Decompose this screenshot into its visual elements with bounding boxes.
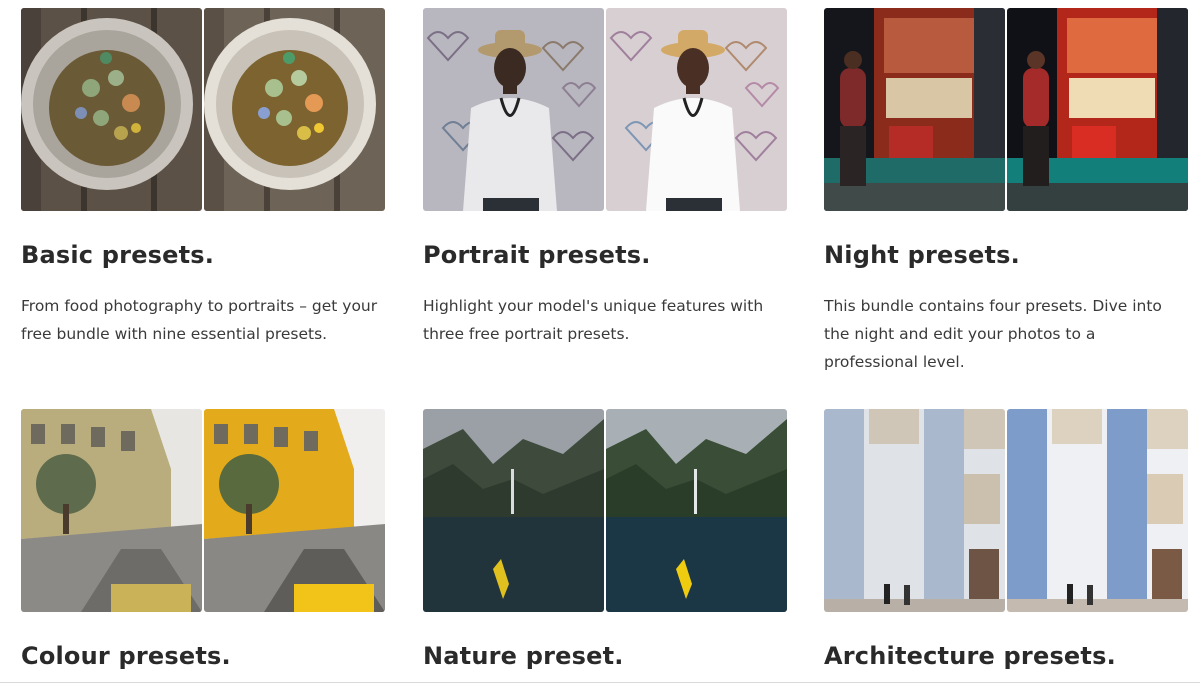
before-image[interactable]	[423, 8, 604, 211]
preset-title[interactable]: Basic presets.	[21, 241, 214, 269]
preset-title[interactable]: Nature preset.	[423, 642, 624, 670]
preset-card-portrait[interactable]: Portrait presets. Highlight your model's…	[423, 8, 787, 343]
before-after-images[interactable]	[21, 8, 385, 211]
preset-title[interactable]: Architecture presets.	[824, 642, 1116, 670]
after-image[interactable]	[606, 409, 787, 612]
before-after-images[interactable]	[423, 409, 787, 612]
before-after-images[interactable]	[423, 8, 787, 211]
before-image[interactable]	[824, 8, 1005, 211]
before-after-images[interactable]	[824, 409, 1188, 612]
preset-card-nature[interactable]: Nature preset.	[423, 409, 787, 670]
after-image[interactable]	[204, 409, 385, 612]
before-after-images[interactable]	[824, 8, 1188, 211]
preset-description: This bundle contains four presets. Dive …	[824, 297, 1162, 371]
after-image[interactable]	[1007, 8, 1188, 211]
before-image[interactable]	[21, 8, 202, 211]
after-image[interactable]	[606, 8, 787, 211]
before-after-images[interactable]	[21, 409, 385, 612]
preset-card-basic[interactable]: Basic presets. From food photography to …	[21, 8, 385, 343]
before-image[interactable]	[824, 409, 1005, 612]
after-image[interactable]	[1007, 409, 1188, 612]
preset-description: Highlight your model's unique features w…	[423, 297, 764, 343]
preset-card-night[interactable]: Night presets. This bundle contains four…	[824, 8, 1188, 371]
preset-title[interactable]: Colour presets.	[21, 642, 231, 670]
after-image[interactable]	[204, 8, 385, 211]
preset-description: From food photography to portraits – get…	[21, 297, 378, 343]
preset-title[interactable]: Night presets.	[824, 241, 1020, 269]
before-image[interactable]	[21, 409, 202, 612]
before-image[interactable]	[423, 409, 604, 612]
preset-card-architecture[interactable]: Architecture presets.	[824, 409, 1188, 670]
preset-title[interactable]: Portrait presets.	[423, 241, 651, 269]
preset-card-colour[interactable]: Colour presets.	[21, 409, 385, 670]
